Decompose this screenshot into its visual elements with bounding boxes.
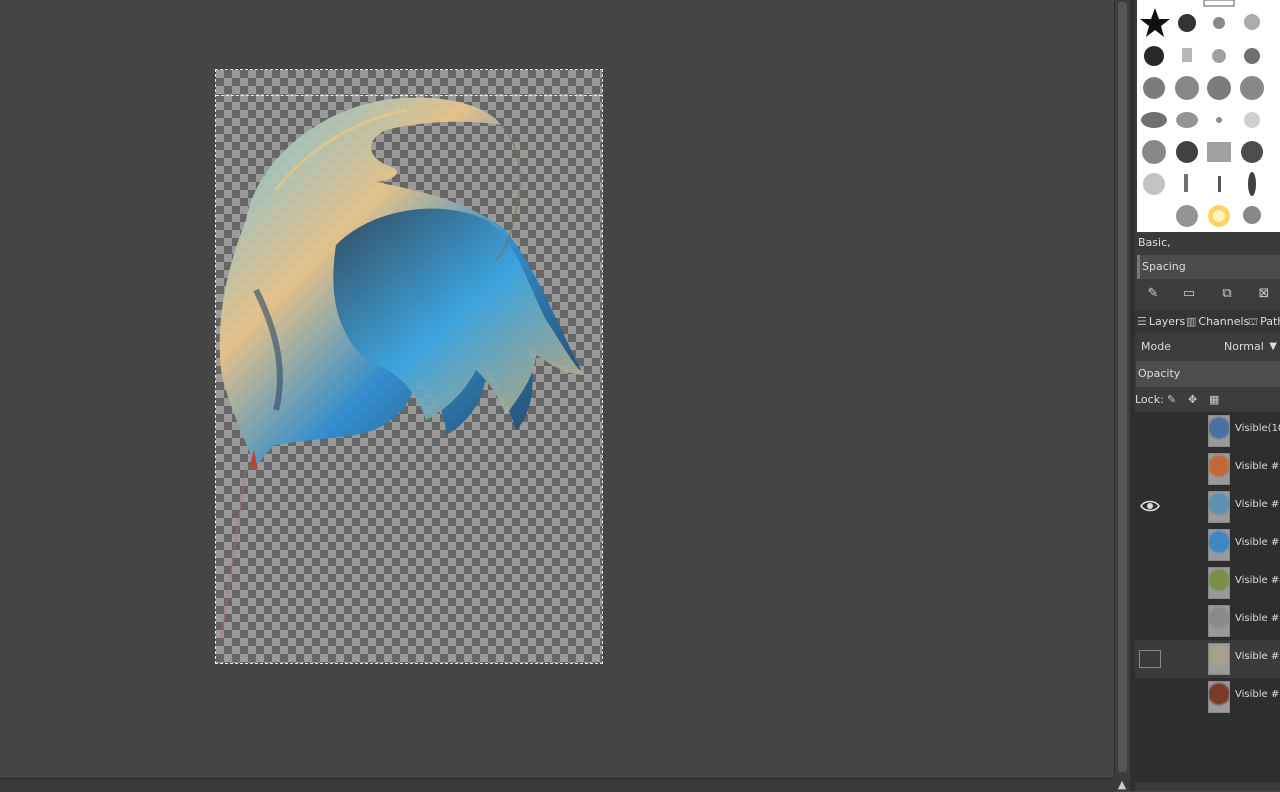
lock-pixels-icon[interactable]: ✎ <box>1167 391 1176 409</box>
layer-name: Visible #2 <box>1235 461 1280 472</box>
layer-thumbnail <box>1208 605 1230 637</box>
image-canvas-area[interactable] <box>0 0 1114 778</box>
visibility-toggle[interactable] <box>1139 419 1163 441</box>
opacity-slider[interactable]: Opacity <box>1136 361 1280 387</box>
visibility-toggle[interactable] <box>1139 495 1163 517</box>
layers-icon: ☰ <box>1137 315 1147 328</box>
vertical-scrollbar-thumb[interactable] <box>1118 2 1127 772</box>
lock-alpha-icon[interactable]: ▦ <box>1209 391 1219 409</box>
layer-thumbnail <box>1208 415 1230 447</box>
visibility-toggle[interactable] <box>1139 609 1163 631</box>
tab-channels[interactable]: ▥ Channels <box>1186 311 1249 332</box>
layer-thumbnail <box>1208 567 1230 599</box>
layer-row[interactable]: Visible #3 <box>1135 526 1280 564</box>
layers-list[interactable]: Visible(100 Visible #2 Visible #1 Visible #… <box>1135 412 1280 782</box>
mode-value: Normal <box>1224 340 1264 353</box>
dock-bottom-bar <box>1135 782 1280 791</box>
visibility-toggle[interactable] <box>1139 685 1163 707</box>
layer-row[interactable]: Visible #1 <box>1135 488 1280 526</box>
vertical-scrollbar[interactable] <box>1114 0 1131 778</box>
layer-row[interactable]: Visible #6 <box>1135 640 1280 678</box>
chevron-down-icon: ▼ <box>1269 341 1277 352</box>
paths-icon: ⛫ <box>1248 315 1259 328</box>
edit-brush-icon[interactable]: ✎ <box>1145 286 1161 302</box>
layer-thumbnail <box>1208 643 1230 675</box>
layer-thumbnail <box>1208 529 1230 561</box>
layer-row[interactable]: Visible(100 <box>1135 412 1280 450</box>
layer-name: Visible #5 <box>1235 613 1280 624</box>
delete-brush-icon[interactable]: ⊠ <box>1256 286 1272 302</box>
layer-row[interactable]: Visible #4 <box>1135 564 1280 602</box>
layer-name: Visible #4 <box>1235 575 1280 586</box>
brush-toolbar: ✎ ▭ ⧉ ⊠ <box>1135 284 1280 304</box>
layer-row[interactable]: Visible #5 <box>1135 602 1280 640</box>
visibility-toggle[interactable] <box>1139 533 1163 555</box>
chain-toggle[interactable] <box>1139 650 1161 668</box>
visibility-toggle[interactable] <box>1139 571 1163 593</box>
brushes-grid[interactable] <box>1137 0 1280 232</box>
horizontal-scrollbar[interactable] <box>0 778 1114 792</box>
duplicate-brush-icon[interactable]: ⧉ <box>1219 286 1235 302</box>
dock-tabs: ☰Layers ▥Channels ⛫Path <box>1135 311 1280 332</box>
mode-row: Mode Normal ▼ <box>1135 336 1280 358</box>
image-canvas[interactable] <box>215 69 603 664</box>
channels-icon: ▥ <box>1186 315 1197 328</box>
layer-row[interactable]: Visible #7 <box>1135 678 1280 716</box>
tab-label: Path <box>1260 315 1280 328</box>
visibility-toggle[interactable] <box>1139 457 1163 479</box>
brush-name: Basic, <box>1135 234 1280 252</box>
mode-dropdown[interactable]: Normal ▼ <box>1223 336 1280 358</box>
new-brush-icon[interactable]: ▭ <box>1181 286 1197 302</box>
layer-name: Visible #1 <box>1235 499 1280 510</box>
mode-label: Mode <box>1141 340 1171 353</box>
right-dock: Basic, Spacing ✎ ▭ ⧉ ⊠ ☰ Layers ▥ Channels… <box>1135 0 1280 791</box>
layer-name: Visible(100 <box>1235 423 1280 434</box>
feather-artwork <box>219 97 586 641</box>
spacing-slider[interactable]: Spacing <box>1137 255 1280 279</box>
tab-label: Channels <box>1198 315 1250 328</box>
lock-row: Lock: ✎ ✥ ▦ <box>1135 391 1280 409</box>
tab-layers[interactable]: ☰ Layers <box>1137 311 1185 332</box>
tab-paths[interactable]: ⛫Path <box>1248 311 1280 332</box>
navigate-icon[interactable]: ▲ <box>1114 778 1130 791</box>
layer-thumbnail <box>1208 681 1230 713</box>
layer-thumbnail <box>1208 453 1230 485</box>
lock-label: Lock: <box>1135 393 1164 406</box>
lock-position-icon[interactable]: ✥ <box>1188 391 1197 409</box>
tab-label: Layers <box>1148 315 1186 328</box>
layer-row[interactable]: Visible #2 <box>1135 450 1280 488</box>
layer-name: Visible #6 <box>1235 651 1280 662</box>
layer-thumbnail <box>1208 491 1230 523</box>
layer-name: Visible #3 <box>1235 537 1280 548</box>
layer-name: Visible #7 <box>1235 689 1280 700</box>
eye-icon <box>1140 500 1160 512</box>
